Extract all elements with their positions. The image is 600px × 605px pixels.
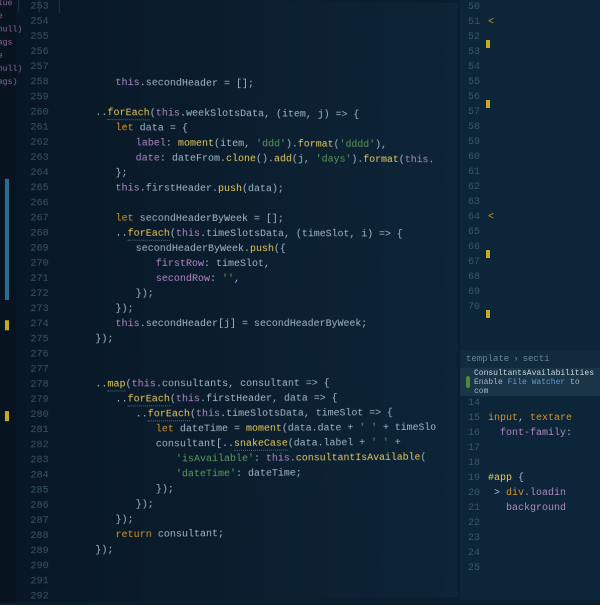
vue-file-icon: [466, 376, 470, 388]
left-marker-strip: luee null)agse null)ags): [0, 0, 16, 603]
banner-text: Enable: [474, 378, 503, 387]
bottom-code-area[interactable]: input, textare font-family:#app { > div.…: [488, 396, 572, 576]
right-code-area[interactable]: <<: [488, 0, 494, 315]
truncated-labels: luee null)agse null)ags): [0, 0, 22, 89]
fold-marker: [5, 179, 9, 300]
main-code-editor[interactable]: luee null)agse null)ags) 253254255256257…: [0, 0, 458, 603]
file-watcher-link[interactable]: File Watcher: [508, 378, 566, 387]
chevron-right-icon: ›: [513, 354, 518, 364]
indent-guide: [59, 0, 60, 13]
file-name: ConsultantsAvailabilities: [474, 369, 594, 378]
file-watcher-banner[interactable]: ConsultantsAvailabilities Enable File Wa…: [460, 368, 600, 396]
change-marker: [5, 411, 9, 421]
bottom-line-gutter: 141516171819202122232425: [460, 396, 484, 576]
line-number-gutter: 2532542552562572582592602612622632642652…: [16, 0, 55, 603]
change-marker: [5, 320, 9, 330]
breadcrumb-bar[interactable]: template › secti: [460, 350, 600, 368]
breadcrumb-item[interactable]: template: [466, 354, 509, 364]
breadcrumb-item[interactable]: secti: [523, 354, 550, 364]
code-area[interactable]: this.secondHeader = [];..forEach(this.we…: [55, 0, 458, 602]
right-line-gutter: 5051525354555657585960616263646566676869…: [460, 0, 484, 315]
